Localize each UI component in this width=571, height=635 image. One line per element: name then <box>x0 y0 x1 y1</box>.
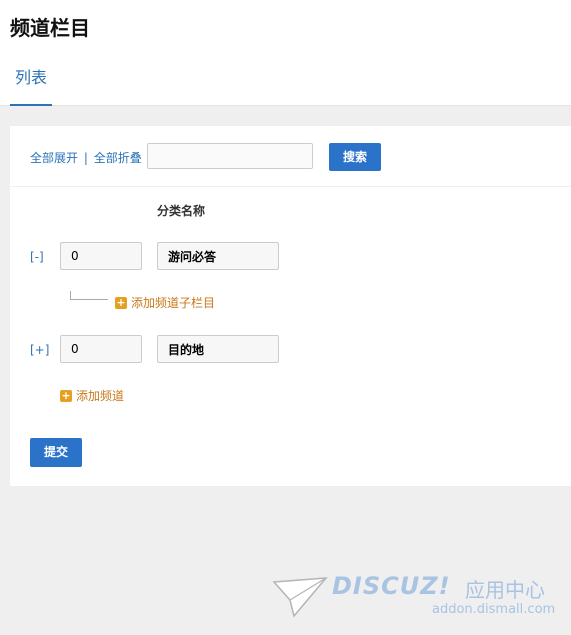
tree-connector <box>70 299 108 300</box>
category-name-input[interactable] <box>157 242 279 270</box>
tree-connector <box>70 291 71 299</box>
order-input[interactable] <box>60 335 142 363</box>
watermark-cn: 应用中心 <box>465 578 545 602</box>
collapse-toggle[interactable]: [-] <box>30 250 44 264</box>
category-name-input[interactable] <box>157 335 279 363</box>
page-header: 频道栏目 列表 <box>0 0 571 106</box>
search-button[interactable]: 搜索 <box>329 143 381 171</box>
content-panel: 全部展开 | 全部折叠 搜索 分类名称 [-] + 添加频道子栏目 [+] + … <box>10 126 571 486</box>
add-channel-link[interactable]: + 添加频道 <box>60 387 124 404</box>
add-subchannel-link[interactable]: + 添加频道子栏目 <box>115 294 215 311</box>
watermark-url: addon.dismall.com <box>432 602 556 617</box>
watermark-logo: DISCUZ! <box>332 572 451 600</box>
plus-icon: + <box>60 388 72 402</box>
page-title: 频道栏目 <box>10 16 90 40</box>
expand-toggle[interactable]: [+] <box>30 343 49 357</box>
add-subchannel-label: 添加频道子栏目 <box>131 296 216 310</box>
order-input[interactable] <box>60 242 142 270</box>
tab-list[interactable]: 列表 <box>10 64 53 106</box>
column-header-name: 分类名称 <box>157 204 206 218</box>
add-channel-label: 添加频道 <box>76 389 125 403</box>
plus-icon: + <box>115 295 127 309</box>
expand-collapse-links: 全部展开 | 全部折叠 <box>30 149 142 166</box>
divider <box>10 186 571 187</box>
expand-all-link[interactable]: 全部展开 <box>30 151 78 165</box>
watermark: DISCUZ! 应用中心 addon.dismall.com <box>272 572 562 622</box>
submit-button[interactable]: 提交 <box>30 438 82 467</box>
search-input[interactable] <box>147 143 313 169</box>
link-separator: | <box>83 151 88 165</box>
collapse-all-link[interactable]: 全部折叠 <box>94 151 142 165</box>
paper-plane-icon <box>272 577 328 618</box>
